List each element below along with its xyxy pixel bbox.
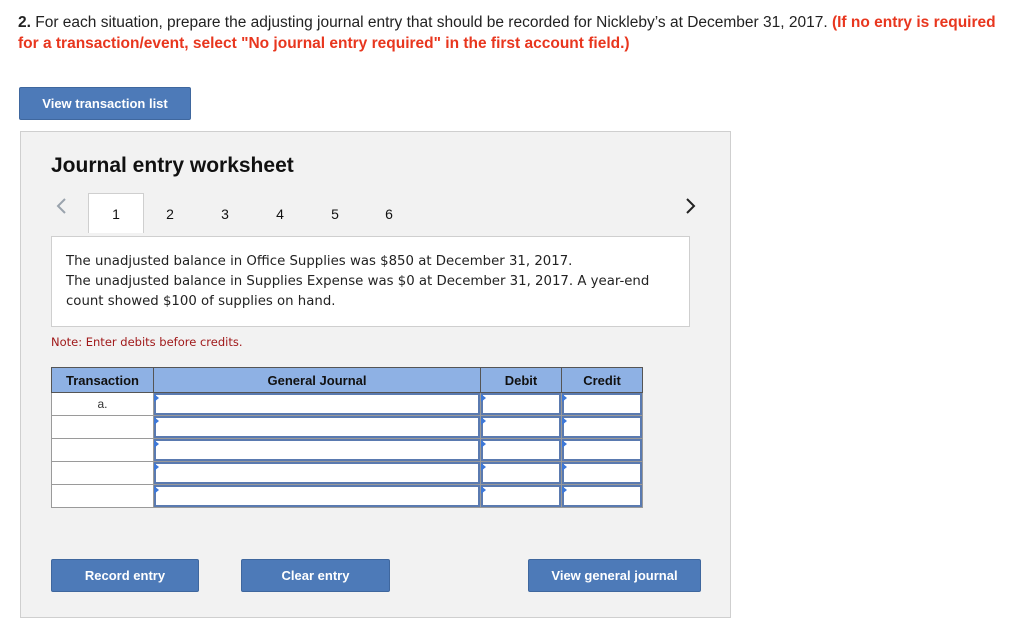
worksheet-title: Journal entry worksheet bbox=[51, 154, 294, 177]
debit-field[interactable] bbox=[480, 392, 562, 416]
view-transaction-list-button[interactable]: View transaction list bbox=[19, 87, 191, 120]
table-row bbox=[51, 461, 643, 485]
tab-5[interactable]: 5 bbox=[318, 199, 352, 229]
account-field[interactable] bbox=[153, 484, 481, 508]
debit-field[interactable] bbox=[480, 484, 562, 508]
account-field[interactable] bbox=[153, 392, 481, 416]
chevron-right-icon[interactable] bbox=[684, 196, 698, 222]
table-row bbox=[51, 484, 643, 508]
account-field[interactable] bbox=[153, 438, 481, 462]
chevron-left-icon[interactable] bbox=[54, 196, 68, 222]
transaction-cell bbox=[51, 461, 154, 485]
header-general-journal: General Journal bbox=[153, 367, 481, 393]
record-entry-button[interactable]: Record entry bbox=[51, 559, 199, 592]
credit-field[interactable] bbox=[561, 484, 643, 508]
question-text: For each situation, prepare the adjustin… bbox=[30, 14, 832, 31]
credit-field[interactable] bbox=[561, 392, 643, 416]
account-field[interactable] bbox=[153, 415, 481, 439]
tab-6[interactable]: 6 bbox=[372, 199, 406, 229]
header-transaction: Transaction bbox=[51, 367, 154, 393]
table-row bbox=[51, 438, 643, 462]
clear-entry-button[interactable]: Clear entry bbox=[241, 559, 390, 592]
table-row bbox=[51, 415, 643, 439]
transaction-cell: a. bbox=[51, 392, 154, 416]
credit-field[interactable] bbox=[561, 438, 643, 462]
tab-3[interactable]: 3 bbox=[208, 199, 242, 229]
header-credit: Credit bbox=[561, 367, 643, 393]
transaction-cell bbox=[51, 438, 154, 462]
tab-4[interactable]: 4 bbox=[263, 199, 297, 229]
debit-field[interactable] bbox=[480, 415, 562, 439]
journal-table: Transaction General Journal Debit Credit… bbox=[51, 367, 643, 508]
transaction-description: The unadjusted balance in Office Supplie… bbox=[51, 236, 690, 327]
note-text: Note: Enter debits before credits. bbox=[51, 335, 243, 349]
debit-field[interactable] bbox=[480, 438, 562, 462]
table-row: a. bbox=[51, 392, 643, 416]
tab-2[interactable]: 2 bbox=[153, 199, 187, 229]
tab-1[interactable]: 1 bbox=[88, 193, 144, 233]
description-line-1: The unadjusted balance in Office Supplie… bbox=[66, 254, 573, 269]
instructions: 2. For each situation, prepare the adjus… bbox=[18, 12, 1008, 54]
debit-field[interactable] bbox=[480, 461, 562, 485]
view-general-journal-button[interactable]: View general journal bbox=[528, 559, 701, 592]
description-line-2: The unadjusted balance in Supplies Expen… bbox=[66, 274, 650, 309]
account-field[interactable] bbox=[153, 461, 481, 485]
credit-field[interactable] bbox=[561, 461, 643, 485]
transaction-cell bbox=[51, 484, 154, 508]
credit-field[interactable] bbox=[561, 415, 643, 439]
question-number: 2. bbox=[18, 14, 31, 31]
header-debit: Debit bbox=[480, 367, 562, 393]
transaction-cell bbox=[51, 415, 154, 439]
journal-entry-worksheet: Journal entry worksheet 1 2 3 4 5 6 The … bbox=[20, 131, 731, 618]
